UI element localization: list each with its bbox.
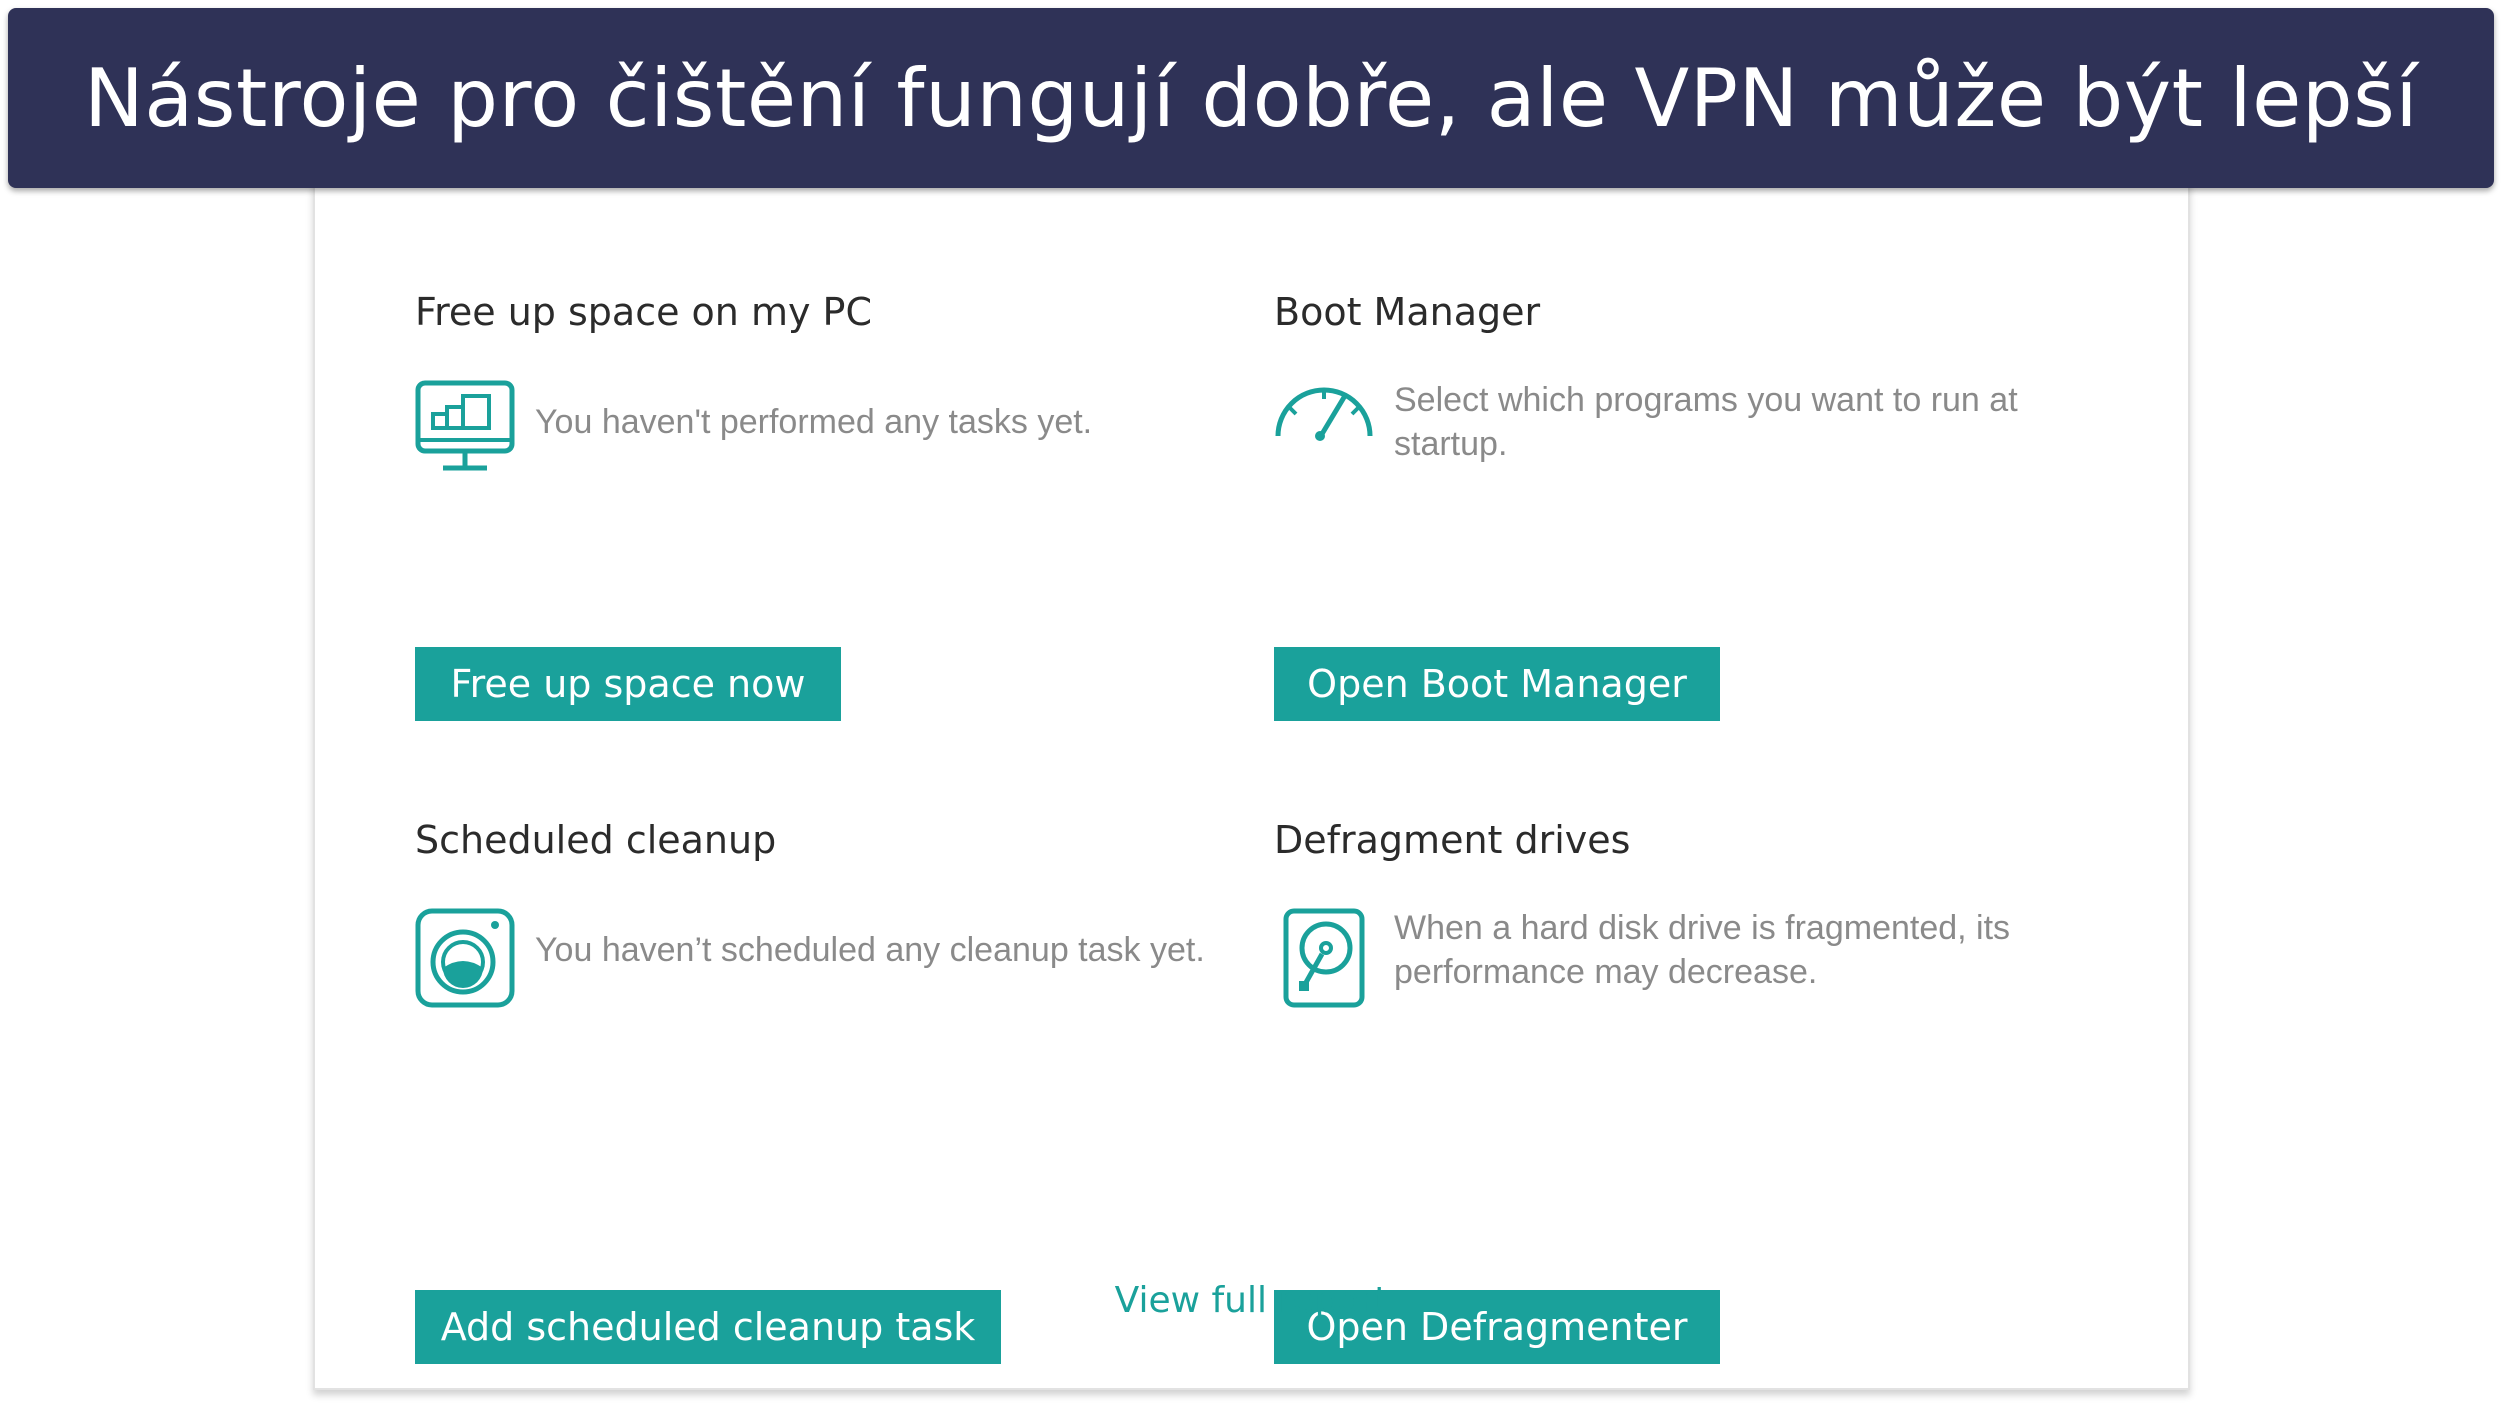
defragment-card: Defragment drives When a hard disk drive… (1274, 818, 2134, 1364)
view-full-report-link[interactable]: View full report (315, 1280, 2188, 1321)
boot-manager-title: Boot Manager (1274, 290, 1541, 334)
free-space-description: You haven't performed any tasks yet. (535, 403, 1093, 441)
banner-title: Nástroje pro čištění fungují dobře, ale … (83, 51, 2419, 145)
defragment-title: Defragment drives (1274, 818, 1631, 862)
free-up-space-button[interactable]: Free up space now (415, 647, 841, 721)
speedometer-icon (1274, 380, 1374, 480)
defragment-description: When a hard disk drive is fragmented, it… (1394, 909, 2011, 991)
open-boot-manager-button[interactable]: Open Boot Manager (1274, 647, 1720, 721)
monitor-icon (415, 380, 515, 480)
free-space-title: Free up space on my PC (415, 290, 873, 334)
cleanup-tools-panel: Free up space on my PC You haven't perfo… (313, 160, 2190, 1390)
hard-disk-icon (1274, 908, 1374, 1008)
header-banner: Nástroje pro čištění fungují dobře, ale … (8, 8, 2494, 188)
boot-manager-description: Select which programs you want to run at… (1394, 381, 2018, 463)
boot-manager-card: Boot Manager Select which programs you w… (1274, 290, 2134, 770)
free-space-card: Free up space on my PC You haven't perfo… (415, 290, 1275, 770)
scheduled-cleanup-description: You haven’t scheduled any cleanup task y… (535, 931, 1205, 969)
scheduled-cleanup-card: Scheduled cleanup You haven’t scheduled … (415, 818, 1275, 1364)
scheduled-cleanup-title: Scheduled cleanup (415, 818, 777, 862)
washing-machine-icon (415, 908, 515, 1008)
